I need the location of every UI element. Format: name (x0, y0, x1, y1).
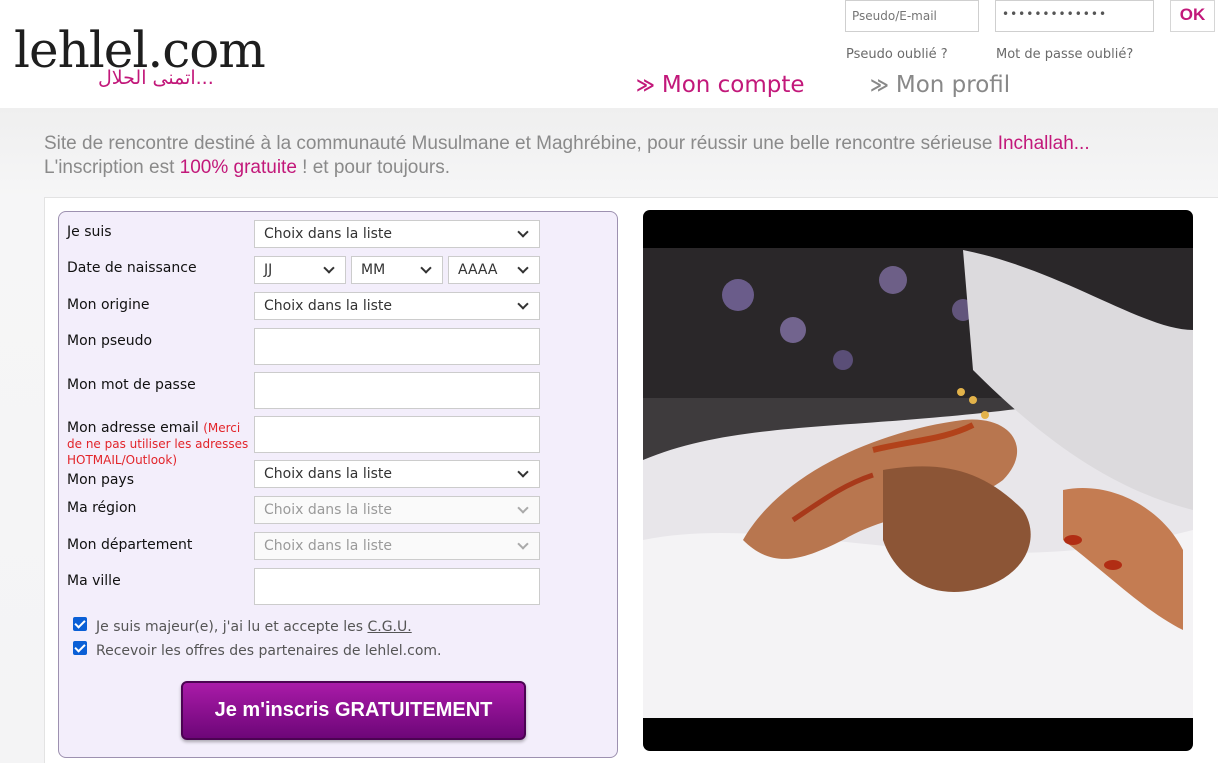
register-submit-button[interactable]: Je m'inscris GRATUITEMENT (181, 681, 526, 740)
label-region: Ma région (67, 500, 137, 516)
tagline-text: ! et pour toujours. (296, 157, 451, 178)
label-email-text: Mon adresse email (67, 420, 199, 436)
email-input[interactable] (254, 416, 540, 453)
wedding-henna-hands-photo (643, 210, 1193, 751)
chevron-down-icon (517, 502, 529, 514)
tagline-highlight: 100% gratuite (179, 157, 297, 178)
birth-day-select[interactable]: JJ (254, 256, 346, 284)
birth-day-value: JJ (264, 262, 273, 278)
ville-input[interactable] (254, 568, 540, 605)
chevron-down-icon (517, 298, 529, 310)
label-email: Mon adresse email (Merci de ne pas utili… (67, 420, 253, 468)
chevron-down-icon (420, 262, 432, 274)
departement-value: Choix dans la liste (264, 538, 393, 554)
pseudo-email-input[interactable] (845, 0, 979, 32)
label-ville: Ma ville (67, 573, 121, 589)
label-origine: Mon origine (67, 297, 150, 313)
label-departement: Mon département (67, 537, 193, 553)
je-suis-value: Choix dans la liste (264, 226, 393, 242)
site-logo[interactable]: lehlel.com ...اتمنى الحلال (14, 20, 274, 95)
tagline-text: L'inscription est (44, 157, 180, 178)
chevron-down-icon (517, 226, 529, 238)
majeur-label: Je suis majeur(e), j'ai lu et accepte le… (96, 619, 412, 635)
photo-illustration (643, 248, 1193, 718)
label-je-suis: Je suis (67, 224, 112, 240)
password-input[interactable]: ••••••••••••• (995, 0, 1154, 32)
chevron-down-icon (517, 538, 529, 550)
birth-year-select[interactable]: AAAA (448, 256, 540, 284)
majeur-text: Je suis majeur(e), j'ai lu et accepte le… (96, 619, 368, 635)
header: lehlel.com ...اتمنى الحلال •••••••••••••… (0, 0, 1218, 108)
origine-select[interactable]: Choix dans la liste (254, 292, 540, 320)
forgot-pseudo-link[interactable]: Pseudo oublié ? (846, 47, 948, 62)
offres-checkbox[interactable] (73, 641, 87, 655)
nav-mon-profil[interactable]: ≫ Mon profil (870, 70, 1010, 100)
majeur-checkbox[interactable] (73, 617, 87, 631)
label-pseudo: Mon pseudo (67, 333, 153, 349)
tagline-text: Site de rencontre destiné à la communaut… (44, 133, 998, 154)
offres-label: Recevoir les offres des partenaires de l… (96, 643, 442, 659)
double-chevron-icon: ≫ (870, 74, 889, 96)
login-ok-button[interactable]: OK (1170, 0, 1215, 32)
pays-select[interactable]: Choix dans la liste (254, 460, 540, 488)
chevron-down-icon (323, 262, 335, 274)
label-mot-de-passe: Mon mot de passe (67, 377, 196, 393)
birth-month-value: MM (361, 262, 386, 278)
chevron-down-icon (517, 466, 529, 478)
logo-arabic-slogan: ...اتمنى الحلال (98, 67, 214, 89)
birth-year-value: AAAA (458, 262, 498, 278)
mot-de-passe-input[interactable] (254, 372, 540, 409)
pays-value: Choix dans la liste (264, 466, 393, 482)
double-chevron-icon: ≫ (636, 74, 655, 96)
forgot-password-link[interactable]: Mot de passe oublié? (996, 47, 1133, 62)
region-select[interactable]: Choix dans la liste (254, 496, 540, 524)
cgu-link[interactable]: C.G.U. (367, 619, 411, 635)
departement-select[interactable]: Choix dans la liste (254, 532, 540, 560)
label-pays: Mon pays (67, 472, 135, 488)
birth-month-select[interactable]: MM (351, 256, 443, 284)
pseudo-input[interactable] (254, 328, 540, 365)
label-date-naissance: Date de naissance (67, 260, 197, 276)
region-value: Choix dans la liste (264, 502, 393, 518)
chevron-down-icon (517, 262, 529, 274)
nav-mon-compte[interactable]: ≫ Mon compte (636, 70, 805, 100)
origine-value: Choix dans la liste (264, 298, 393, 314)
tagline-highlight: Inchallah... (997, 133, 1090, 154)
tagline: Site de rencontre destiné à la communaut… (44, 132, 1204, 180)
je-suis-select[interactable]: Choix dans la liste (254, 220, 540, 248)
nav-mon-compte-label: Mon compte (661, 72, 805, 98)
nav-mon-profil-label: Mon profil (895, 72, 1011, 98)
